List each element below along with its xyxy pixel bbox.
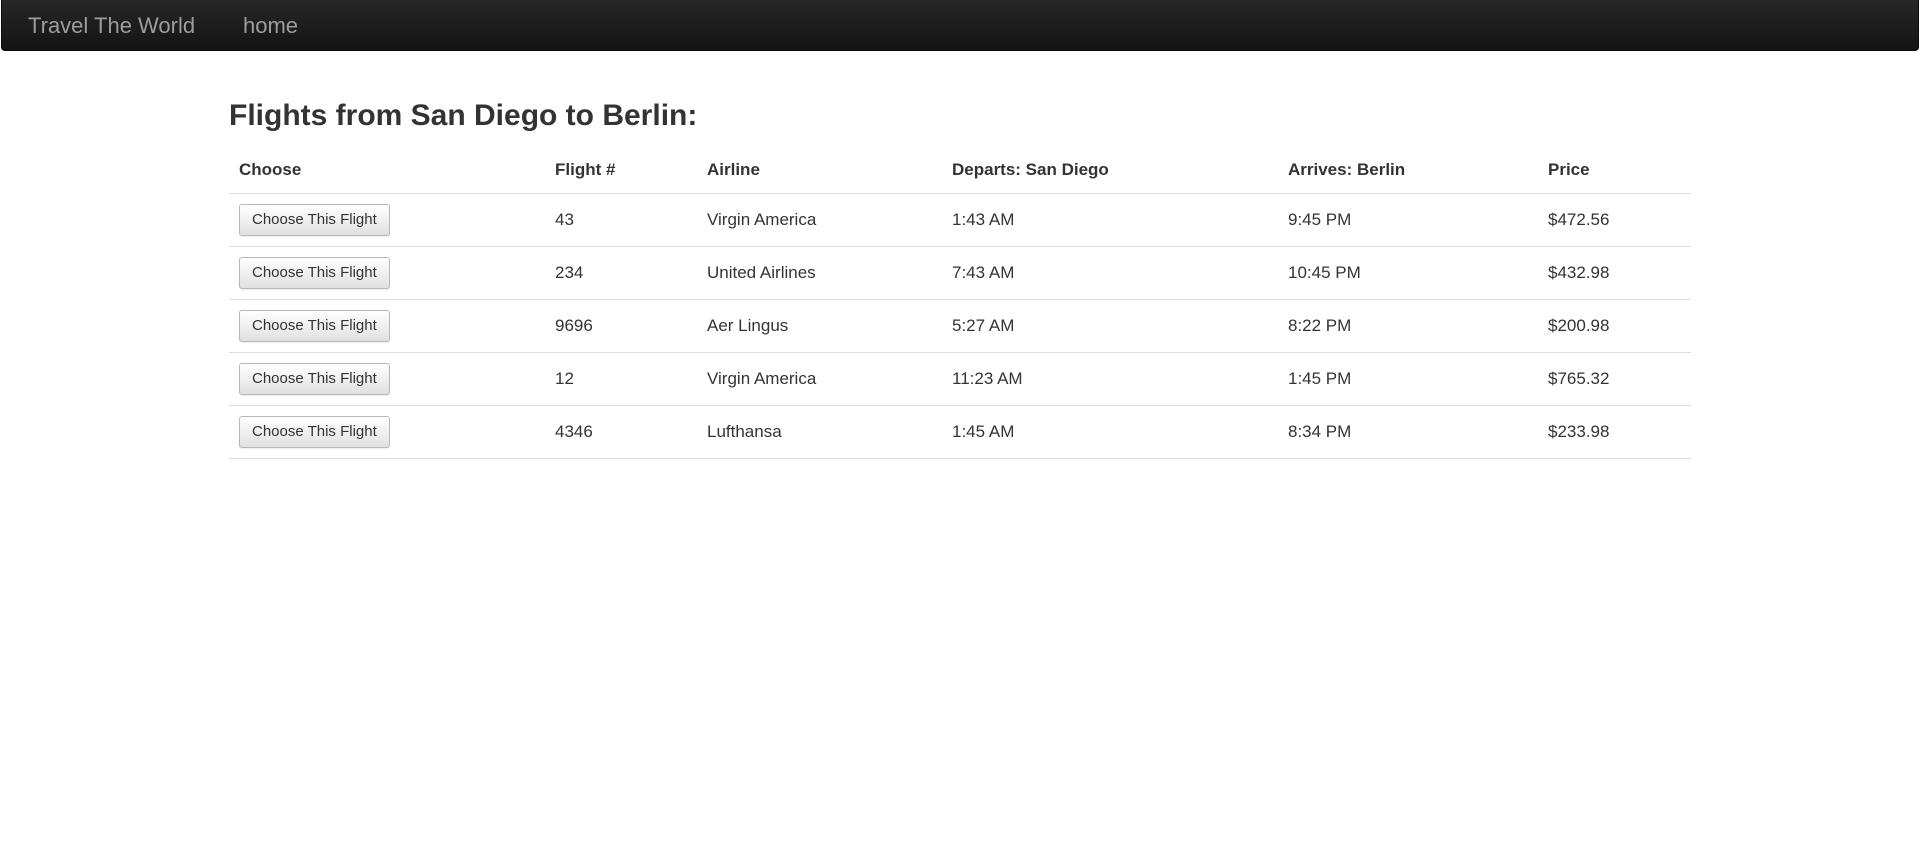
header-flight-number: Flight #: [545, 146, 697, 194]
airline-cell: Virgin America: [697, 193, 942, 247]
choose-flight-button[interactable]: Choose This Flight: [239, 363, 390, 395]
choose-flight-button[interactable]: Choose This Flight: [239, 416, 390, 448]
choose-cell: Choose This Flight: [229, 193, 545, 247]
price-cell: $765.32: [1538, 352, 1691, 406]
arrives-cell: 1:45 PM: [1278, 352, 1538, 406]
arrives-cell: 10:45 PM: [1278, 246, 1538, 300]
brand-link[interactable]: Travel The World: [28, 12, 195, 40]
choose-flight-button[interactable]: Choose This Flight: [239, 204, 390, 236]
table-row: Choose This Flight 234 United Airlines 7…: [229, 246, 1691, 300]
table-row: Choose This Flight 12 Virgin America 11:…: [229, 352, 1691, 406]
page-title: Flights from San Diego to Berlin:: [229, 99, 698, 132]
airline-cell: United Airlines: [697, 246, 942, 300]
header-arrives: Arrives: Berlin: [1278, 146, 1538, 194]
arrives-cell: 9:45 PM: [1278, 193, 1538, 247]
table-header-row: Choose Flight # Airline Departs: San Die…: [229, 146, 1691, 194]
table-row: Choose This Flight 9696 Aer Lingus 5:27 …: [229, 299, 1691, 353]
departs-cell: 7:43 AM: [942, 246, 1278, 300]
header-choose: Choose: [229, 146, 545, 194]
header-departs: Departs: San Diego: [942, 146, 1278, 194]
flight-number-cell: 43: [545, 193, 697, 247]
departs-cell: 1:45 AM: [942, 405, 1278, 459]
price-cell: $472.56: [1538, 193, 1691, 247]
departs-cell: 11:23 AM: [942, 352, 1278, 406]
header-airline: Airline: [697, 146, 942, 194]
table-row: Choose This Flight 43 Virgin America 1:4…: [229, 193, 1691, 247]
choose-cell: Choose This Flight: [229, 352, 545, 406]
arrives-cell: 8:22 PM: [1278, 299, 1538, 353]
navbar: Travel The World home: [1, 0, 1919, 51]
price-cell: $432.98: [1538, 246, 1691, 300]
airline-cell: Lufthansa: [697, 405, 942, 459]
choose-flight-button[interactable]: Choose This Flight: [239, 257, 390, 289]
flight-number-cell: 9696: [545, 299, 697, 353]
airline-cell: Virgin America: [697, 352, 942, 406]
price-cell: $233.98: [1538, 405, 1691, 459]
price-cell: $200.98: [1538, 299, 1691, 353]
departs-cell: 5:27 AM: [942, 299, 1278, 353]
flight-number-cell: 234: [545, 246, 697, 300]
flight-number-cell: 12: [545, 352, 697, 406]
arrives-cell: 8:34 PM: [1278, 405, 1538, 459]
table-row: Choose This Flight 4346 Lufthansa 1:45 A…: [229, 405, 1691, 459]
choose-flight-button[interactable]: Choose This Flight: [239, 310, 390, 342]
flights-table: Choose Flight # Airline Departs: San Die…: [229, 146, 1691, 459]
main-content: Flights from San Diego to Berlin: Choose…: [229, 90, 1691, 459]
choose-cell: Choose This Flight: [229, 405, 545, 459]
choose-cell: Choose This Flight: [229, 246, 545, 300]
home-link[interactable]: home: [243, 12, 298, 40]
choose-cell: Choose This Flight: [229, 299, 545, 353]
departs-cell: 1:43 AM: [942, 193, 1278, 247]
airline-cell: Aer Lingus: [697, 299, 942, 353]
flight-number-cell: 4346: [545, 405, 697, 459]
header-price: Price: [1538, 146, 1691, 194]
